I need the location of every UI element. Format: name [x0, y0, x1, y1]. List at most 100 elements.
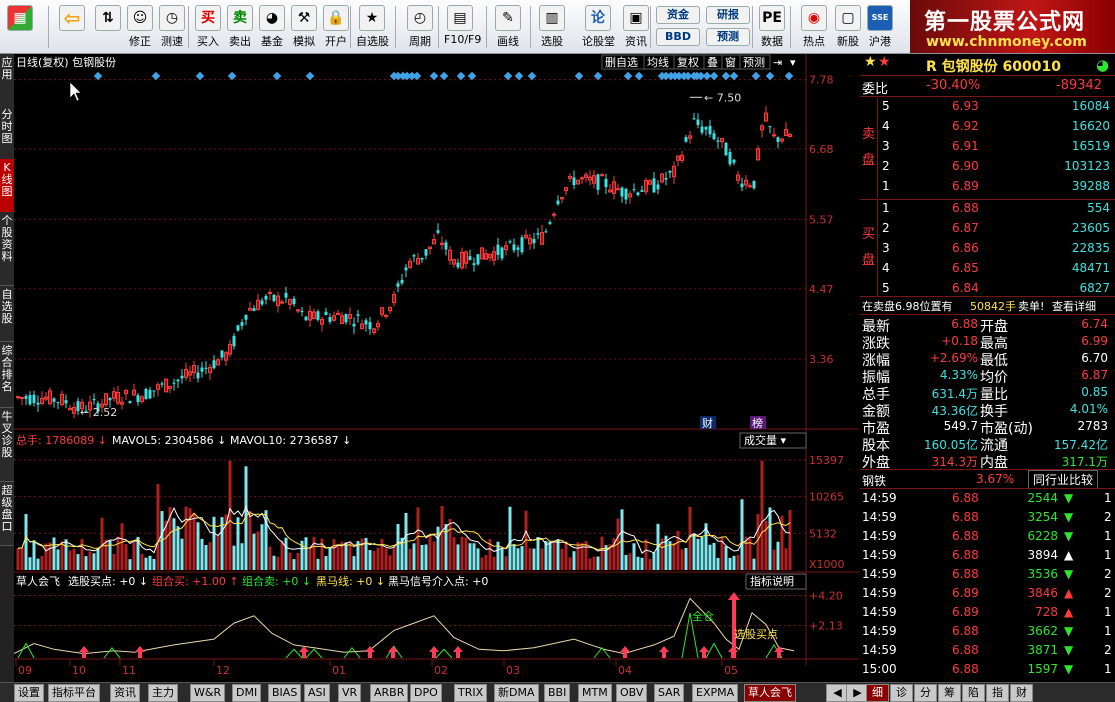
clock-icon: ◷: [159, 5, 185, 31]
stat-value: 4.01%: [1069, 402, 1108, 416]
tick-volume: 728: [1035, 605, 1058, 619]
chart-menu-item-2[interactable]: 复权: [673, 54, 705, 70]
candle-body: [232, 335, 236, 347]
indicator-tab-7[interactable]: ASI: [304, 684, 330, 702]
industry-compare-button[interactable]: 同行业比较: [1028, 470, 1099, 489]
indicator-tab-15[interactable]: OBV: [616, 684, 648, 702]
indicator-tab-12[interactable]: 新DMA: [494, 684, 539, 702]
chart-menu-item-0[interactable]: 删自选: [601, 54, 645, 70]
chart-menu-item-1[interactable]: 均线: [643, 54, 675, 70]
finance-badge-label: 财: [702, 416, 713, 430]
toolbar-sell-button[interactable]: 卖卖出: [224, 3, 256, 51]
price-axis-label: 5.57: [809, 213, 834, 226]
toolbar-up-down-arrow-button[interactable]: ⇅: [92, 3, 124, 51]
volume-bar: [256, 531, 260, 570]
left-tab-6[interactable]: 牛叉诊股: [0, 408, 14, 482]
chart-menu-item-3[interactable]: 叠: [703, 54, 723, 70]
indicator-tab-4[interactable]: W&R: [190, 684, 226, 702]
toolbar-clock-button[interactable]: ◷ 测速: [156, 3, 188, 51]
tick-time: 14:59: [862, 605, 897, 619]
right-panel-tab-4[interactable]: 陷: [962, 684, 985, 702]
toolbar-pe-button[interactable]: PE 数据: [756, 3, 788, 51]
toolbar-hotspot-button[interactable]: ◉ 热点: [798, 3, 830, 51]
stat-value: 6.99: [1081, 334, 1108, 348]
left-tab-0[interactable]: 应用: [0, 54, 14, 108]
toolbar-buy-button[interactable]: 买买入: [192, 3, 224, 51]
kline-chart-panel[interactable]: 日线(复权) 包钢股份 删自选 均线 复权叠窗预测 ⇥ ▾ 7.78 6.68 5.57 4.47…: [13, 54, 859, 684]
toolbar-select-stock-button[interactable]: ▥ 选股: [536, 3, 568, 51]
right-panel-tab-3[interactable]: 筹: [938, 684, 961, 702]
indicator-tab-17[interactable]: EXPMA: [692, 684, 739, 702]
chart-menu-item-5[interactable]: 预测: [739, 54, 771, 70]
left-tab-7[interactable]: 超级盘口: [0, 482, 14, 546]
candle-body: [704, 126, 708, 130]
toolbar-back-arrow-button[interactable]: ⇦: [56, 3, 88, 51]
toolbar-hammer-button[interactable]: ⚒ 模拟: [288, 3, 320, 51]
indicator-tab-2[interactable]: 资讯: [110, 684, 140, 702]
kline-chart-svg[interactable]: 日线(复权) 包钢股份 删自选 均线 复权叠窗预测 ⇥ ▾ 7.78 6.68 5.57 4.47…: [13, 54, 859, 684]
indicator-tab-10[interactable]: DPO: [410, 684, 442, 702]
indicator-tab-3[interactable]: 主力: [148, 684, 178, 702]
right-panel-tab-1[interactable]: 诊: [890, 684, 913, 702]
toolbar-bbd-button[interactable]: BBD: [656, 28, 700, 46]
toolbar-separator: [650, 6, 651, 48]
volume-bar: [708, 544, 712, 570]
volume-bar: [180, 538, 184, 570]
indicator-axis-label: +4.20: [809, 589, 843, 602]
indicator-tab-9[interactable]: ARBR: [370, 684, 409, 702]
news-icon: ▣: [623, 5, 649, 31]
toolbar-pen-button[interactable]: ✎ 画线: [492, 3, 524, 51]
left-tab-3[interactable]: 个股资料: [0, 212, 14, 286]
candle-body: [292, 298, 296, 305]
high-label: ← 7.50: [704, 91, 741, 104]
volume-bar: [292, 559, 296, 570]
pin-icon[interactable]: ⇥: [773, 56, 782, 69]
indicator-tab-5[interactable]: DMI: [232, 684, 262, 702]
right-panel-tab-2[interactable]: 分: [914, 684, 937, 702]
indicator-tab-16[interactable]: SAR: [654, 684, 685, 702]
left-tab-4[interactable]: 自选股: [0, 286, 14, 342]
indicator-tab-13[interactable]: BBI: [544, 684, 571, 702]
indicator-tab-6[interactable]: BIAS: [268, 684, 302, 702]
toolbar-lock-button[interactable]: 🔒 开户: [320, 3, 352, 51]
candle-body: [468, 256, 472, 260]
toolbar-research-button[interactable]: 研报: [706, 6, 750, 24]
toolbar-f10-button[interactable]: ▤ F10/F9: [444, 3, 481, 51]
indicator-tab-1[interactable]: 指标平台: [48, 684, 100, 702]
indicator-tab-11[interactable]: TRIX: [454, 684, 488, 702]
left-tab-2[interactable]: K线图: [0, 159, 14, 213]
indicator-name: 草人会飞: [16, 575, 60, 588]
indicator-tab-14[interactable]: MTM: [578, 684, 612, 702]
toolbar-period-button[interactable]: ◴ 周期: [404, 3, 436, 51]
toolbar-new-stock-button[interactable]: ▢ 新股: [832, 3, 864, 51]
indicator-tab-8[interactable]: VR: [338, 684, 362, 702]
indicator-tab-18[interactable]: 草人会飞: [744, 684, 796, 702]
chart-menu-item-4[interactable]: 窗: [721, 54, 741, 70]
toolbar-news-button[interactable]: ▣ 资讯: [620, 3, 652, 51]
toolbar-fund-button[interactable]: ◕ 基金: [256, 3, 288, 51]
toolbar-forum-button[interactable]: 论论股堂: [582, 3, 615, 51]
indicator-axis-label: +2.13: [809, 620, 843, 633]
right-panel-tab-5[interactable]: 指: [986, 684, 1009, 702]
right-panel-tab-0[interactable]: 细: [866, 684, 889, 702]
toolbar-windows-logo-button[interactable]: ▦: [4, 3, 36, 51]
toolbar-smile-button[interactable]: ☺ 修正: [124, 3, 156, 51]
stat-value: 6.74: [1081, 317, 1108, 331]
stat-value: +0.18: [941, 334, 978, 348]
toolbar-capital-button[interactable]: 资金: [656, 6, 700, 24]
volume-bar: [40, 556, 44, 570]
chevron-down-icon[interactable]: ▾: [790, 56, 796, 69]
indicator-tab-0[interactable]: 设置: [14, 684, 44, 702]
candle-body: [296, 309, 300, 312]
arrow-down-icon: ▼: [1064, 662, 1074, 676]
right-panel-tab-6[interactable]: 财: [1010, 684, 1033, 702]
toolbar-forecast-button[interactable]: 预测: [706, 28, 750, 46]
capital-icon: 资金: [656, 6, 700, 24]
order-notice-link[interactable]: 查看详细: [1052, 298, 1096, 314]
toolbar-star-folder-button[interactable]: ★ 自选股: [356, 3, 389, 51]
left-tab-5[interactable]: 综合排名: [0, 342, 14, 408]
left-tab-1[interactable]: 分时图: [0, 106, 14, 160]
volume-bar: [632, 543, 636, 570]
toolbar-hk-button[interactable]: SSE 沪港: [864, 3, 896, 51]
ask-level: 1: [882, 179, 890, 193]
